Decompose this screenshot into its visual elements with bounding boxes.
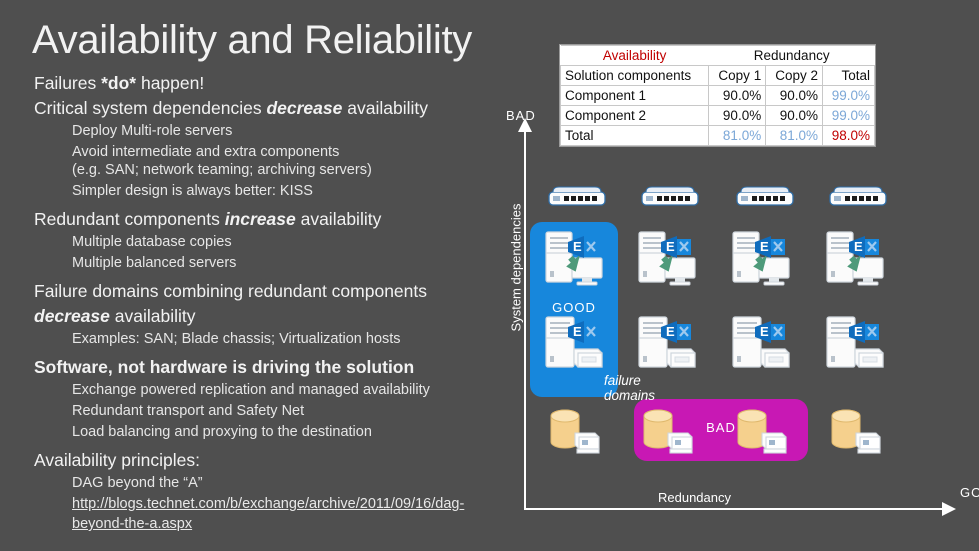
svg-text:E: E <box>573 239 582 254</box>
slide-root: Availability and Reliability Failures *d… <box>0 0 979 551</box>
bullet-failure-domains-line2: decrease availability <box>34 304 514 328</box>
table-group-header-row: Availability Redundancy <box>560 45 875 66</box>
table-col-copy2: Copy 2 <box>765 65 824 86</box>
sub-deploy-multirole: Deploy Multi-role servers <box>72 123 233 139</box>
x-axis-arrowhead-icon <box>942 502 956 516</box>
bullet-critical-pre: Critical system dependencies <box>34 98 267 118</box>
bullet-software-not-hardware: Software, not hardware is driving the so… <box>34 355 514 379</box>
bullet-failures-happen-post: happen! <box>136 73 205 93</box>
bullet-software-text: Software, not hardware is driving the so… <box>34 357 415 377</box>
sub-simpler-design: Simpler design is always better: KISS <box>72 183 313 199</box>
svg-text:E: E <box>854 239 863 254</box>
svg-text:E: E <box>760 239 769 254</box>
bullet-failure-domains-post: availability <box>109 306 196 326</box>
table-col-solution-components: Solution components <box>559 65 710 86</box>
svg-text:E: E <box>666 324 675 339</box>
bullet-failures-happen-em: *do* <box>101 73 137 93</box>
bullet-redundant-em: increase <box>224 209 296 229</box>
x-axis-end-label: GOOD <box>960 485 979 500</box>
bullet-critical-post: availability <box>342 98 428 118</box>
table-group-header-redundancy: Redundancy <box>708 45 875 66</box>
network-switch-icon <box>829 185 887 209</box>
availability-redundancy-diagram: BAD GOOD System dependencies Redundancy … <box>498 108 979 520</box>
failure-domains-label: failure domains <box>604 373 684 403</box>
exchange-server-storage-icon: E <box>637 315 699 373</box>
bullet-list: Failures *do* happen! Critical system de… <box>34 71 514 535</box>
sub-multiple-db-copies: Multiple database copies <box>72 234 232 250</box>
y-axis-line <box>524 130 526 510</box>
sub-redundant-transport: Redundant transport and Safety Net <box>72 403 305 419</box>
bullet-redundant-components: Redundant components increase availabili… <box>34 207 514 231</box>
table-row: Component 1 90.0% 90.0% 99.0% <box>559 85 875 106</box>
row-component1-copy1: 90.0% <box>708 85 767 106</box>
bullet-failure-domains-line1: Failure domains combining redundant comp… <box>34 281 428 301</box>
row-component1-copy2: 90.0% <box>765 85 824 106</box>
bullet-critical-em: decrease <box>266 98 343 118</box>
network-switch-icon <box>548 185 606 209</box>
bullet-availability-principles: Availability principles: <box>34 450 201 470</box>
table-group-header-availability: Availability <box>560 45 709 66</box>
exchange-server-storage-icon: E <box>825 315 887 373</box>
x-axis-label: Redundancy <box>658 490 731 505</box>
exchange-server-storage-icon: E <box>544 315 606 373</box>
bullet-redundant-pre: Redundant components <box>34 209 225 229</box>
y-axis-label: System dependencies <box>508 203 524 332</box>
table-col-total: Total <box>822 65 875 86</box>
failure-domains-label-line2: domains <box>604 388 656 403</box>
failure-domains-label-line1: failure <box>604 373 641 388</box>
database-cylinder-icon <box>639 406 699 458</box>
sub-dag-link-row: http://blogs.technet.com/b/exchange/arch… <box>34 494 514 534</box>
x-axis-line <box>524 508 948 510</box>
y-axis-end-label: BAD <box>506 108 536 123</box>
exchange-server-storage-icon: E <box>731 315 793 373</box>
exchange-server-client-icon: E <box>825 230 887 288</box>
bullet-redundant-post: availability <box>295 209 382 229</box>
svg-text:E: E <box>760 324 769 339</box>
good-box-label: GOOD <box>552 300 596 315</box>
sub-avoid-intermediate: Avoid intermediate and extra components <box>72 144 340 160</box>
table-col-copy1: Copy 1 <box>708 65 767 86</box>
network-switch-icon <box>736 185 794 209</box>
sub-failure-domain-examples: Examples: SAN; Blade chassis; Virtualiza… <box>72 331 401 347</box>
svg-text:E: E <box>854 324 863 339</box>
sub-exchange-replication: Exchange powered replication and managed… <box>72 382 430 398</box>
exchange-server-client-icon: E <box>731 230 793 288</box>
sub-avoid-intermediate-examples: (e.g. SAN; network teaming; archiving se… <box>72 162 372 178</box>
sub-multiple-balanced-servers: Multiple balanced servers <box>72 255 237 271</box>
bullet-failure-domains-em: decrease <box>34 306 110 326</box>
sub-load-balancing: Load balancing and proxying to the desti… <box>72 424 372 440</box>
row-component1-label: Component 1 <box>559 85 710 106</box>
bullet-failures-happen: Failures *do* happen! <box>34 71 514 95</box>
bullet-critical-dependencies: Critical system dependencies decrease av… <box>34 96 514 120</box>
sub-dag-beyond-the-a: DAG beyond the “A” <box>72 475 203 491</box>
exchange-server-client-icon: E <box>637 230 699 288</box>
bullet-failures-happen-pre: Failures <box>34 73 102 93</box>
page-title: Availability and Reliability <box>32 18 472 62</box>
dag-blog-link[interactable]: http://blogs.technet.com/b/exchange/arch… <box>72 496 464 532</box>
svg-text:E: E <box>666 239 675 254</box>
database-cylinder-icon <box>827 406 887 458</box>
row-component1-total: 99.0% <box>822 85 875 106</box>
exchange-server-client-icon: E <box>544 230 606 288</box>
database-cylinder-icon <box>546 406 606 458</box>
database-cylinder-icon <box>733 406 793 458</box>
network-switch-icon <box>641 185 699 209</box>
table-column-header-row: Solution components Copy 1 Copy 2 Total <box>559 65 875 86</box>
svg-text:E: E <box>573 324 582 339</box>
